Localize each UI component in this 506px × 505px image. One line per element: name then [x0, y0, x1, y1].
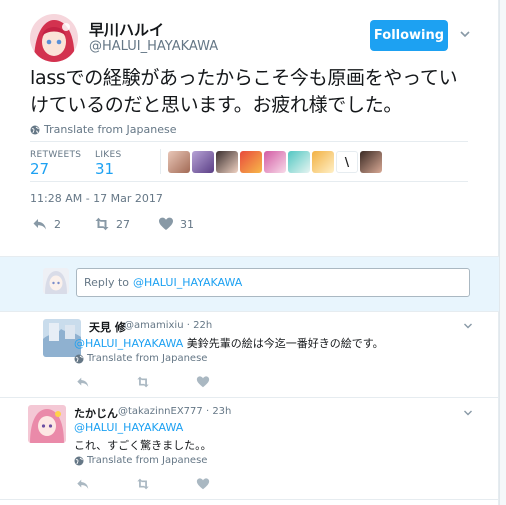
- reply-handle[interactable]: @takazinnEX777: [118, 406, 203, 417]
- liker-avatar[interactable]: [240, 151, 262, 173]
- liker-avatar[interactable]: [360, 151, 382, 173]
- reply-icon[interactable]: [76, 375, 90, 389]
- translate-link[interactable]: Translate from Japanese: [74, 455, 207, 466]
- reply-meta: @takazinnEX777 · 23h: [118, 406, 232, 417]
- reply-icon: [33, 219, 46, 230]
- reply-mention: @HALUI_HAYAKAWA: [133, 276, 243, 289]
- retweet-icon: [95, 217, 109, 231]
- retweets-count[interactable]: 27: [30, 160, 49, 178]
- liker-avatar[interactable]: [312, 151, 334, 173]
- following-button[interactable]: Following: [370, 20, 448, 51]
- scrollbar[interactable]: [499, 0, 506, 505]
- likes-label: LIKES: [95, 150, 122, 160]
- author-name[interactable]: 早川ハルイ: [89, 19, 164, 40]
- reply-prefix: Reply to: [84, 276, 130, 289]
- like-count: 31: [180, 217, 194, 231]
- liker-avatar[interactable]: [264, 151, 286, 173]
- reply-mention[interactable]: @HALUI_HAYAKAWA: [74, 421, 183, 434]
- divider: [30, 181, 468, 182]
- translate-link[interactable]: Translate from Japanese: [30, 123, 176, 136]
- liker-avatar[interactable]: [216, 151, 238, 173]
- heart-icon[interactable]: [196, 477, 210, 491]
- reply-meta: @amamixiu · 22h: [124, 320, 213, 331]
- reply-input[interactable]: Reply to @HALUI_HAYAKAWA: [76, 268, 470, 297]
- reply-avatar[interactable]: [28, 405, 66, 443]
- liker-avatar[interactable]: [288, 151, 310, 173]
- likes-count[interactable]: 31: [95, 160, 114, 178]
- like-action[interactable]: 31: [158, 216, 194, 232]
- retweet-count: 27: [116, 217, 130, 231]
- translate-link[interactable]: Translate from Japanese: [74, 353, 207, 364]
- reply-mention[interactable]: @HALUI_HAYAKAWA: [74, 337, 183, 350]
- globe-icon: [74, 456, 84, 465]
- globe-icon: [30, 125, 40, 134]
- reply-actions: [76, 477, 210, 491]
- chevron-down-icon[interactable]: [462, 320, 474, 332]
- tweet-text: lassでの経験があったからこそ今も原画をやっていけているのだと思います。お疲れ…: [30, 67, 458, 116]
- reply-count: 2: [54, 217, 61, 231]
- divider: [0, 397, 499, 398]
- heart-icon[interactable]: [196, 375, 210, 389]
- reply-text: @HALUI_HAYAKAWA 美鈴先輩の絵は今迄一番好きの絵です。: [74, 337, 384, 350]
- liker-avatar[interactable]: [168, 151, 190, 173]
- author-avatar[interactable]: [30, 14, 78, 62]
- reply-time[interactable]: 22h: [193, 320, 212, 331]
- current-user-avatar[interactable]: [43, 268, 69, 294]
- divider: [30, 141, 468, 142]
- retweet-icon[interactable]: [136, 477, 150, 491]
- reply-author-name[interactable]: 天見 修: [89, 319, 126, 335]
- reply-author-name[interactable]: たかじん: [74, 405, 118, 421]
- retweet-action[interactable]: 27: [94, 216, 130, 232]
- heart-icon: [159, 217, 173, 230]
- retweets-label: RETWEETS: [30, 150, 82, 160]
- reply-text: これ、すごく驚きました。。: [74, 439, 212, 452]
- tweet-card: 早川ハルイ @HALUI_HAYAKAWA Following lassでの経験…: [0, 0, 499, 505]
- globe-icon: [74, 354, 84, 363]
- reply-handle[interactable]: @amamixiu: [124, 320, 184, 331]
- liker-avatars: \: [168, 151, 382, 173]
- retweet-icon[interactable]: [136, 375, 150, 389]
- chevron-down-icon[interactable]: [462, 407, 474, 419]
- reply-action[interactable]: 2: [32, 216, 61, 232]
- tweet-timestamp[interactable]: 11:28 AM - 17 Mar 2017: [30, 192, 163, 205]
- divider: [160, 149, 161, 174]
- author-handle[interactable]: @HALUI_HAYAKAWA: [89, 39, 218, 54]
- reply-time[interactable]: 23h: [212, 406, 231, 417]
- liker-avatar[interactable]: \: [336, 151, 358, 173]
- reply-actions: [76, 375, 210, 389]
- reply-icon[interactable]: [76, 477, 90, 491]
- divider: [0, 499, 499, 500]
- liker-avatar[interactable]: [192, 151, 214, 173]
- chevron-down-icon[interactable]: [458, 27, 472, 41]
- translate-label: Translate from Japanese: [44, 123, 177, 136]
